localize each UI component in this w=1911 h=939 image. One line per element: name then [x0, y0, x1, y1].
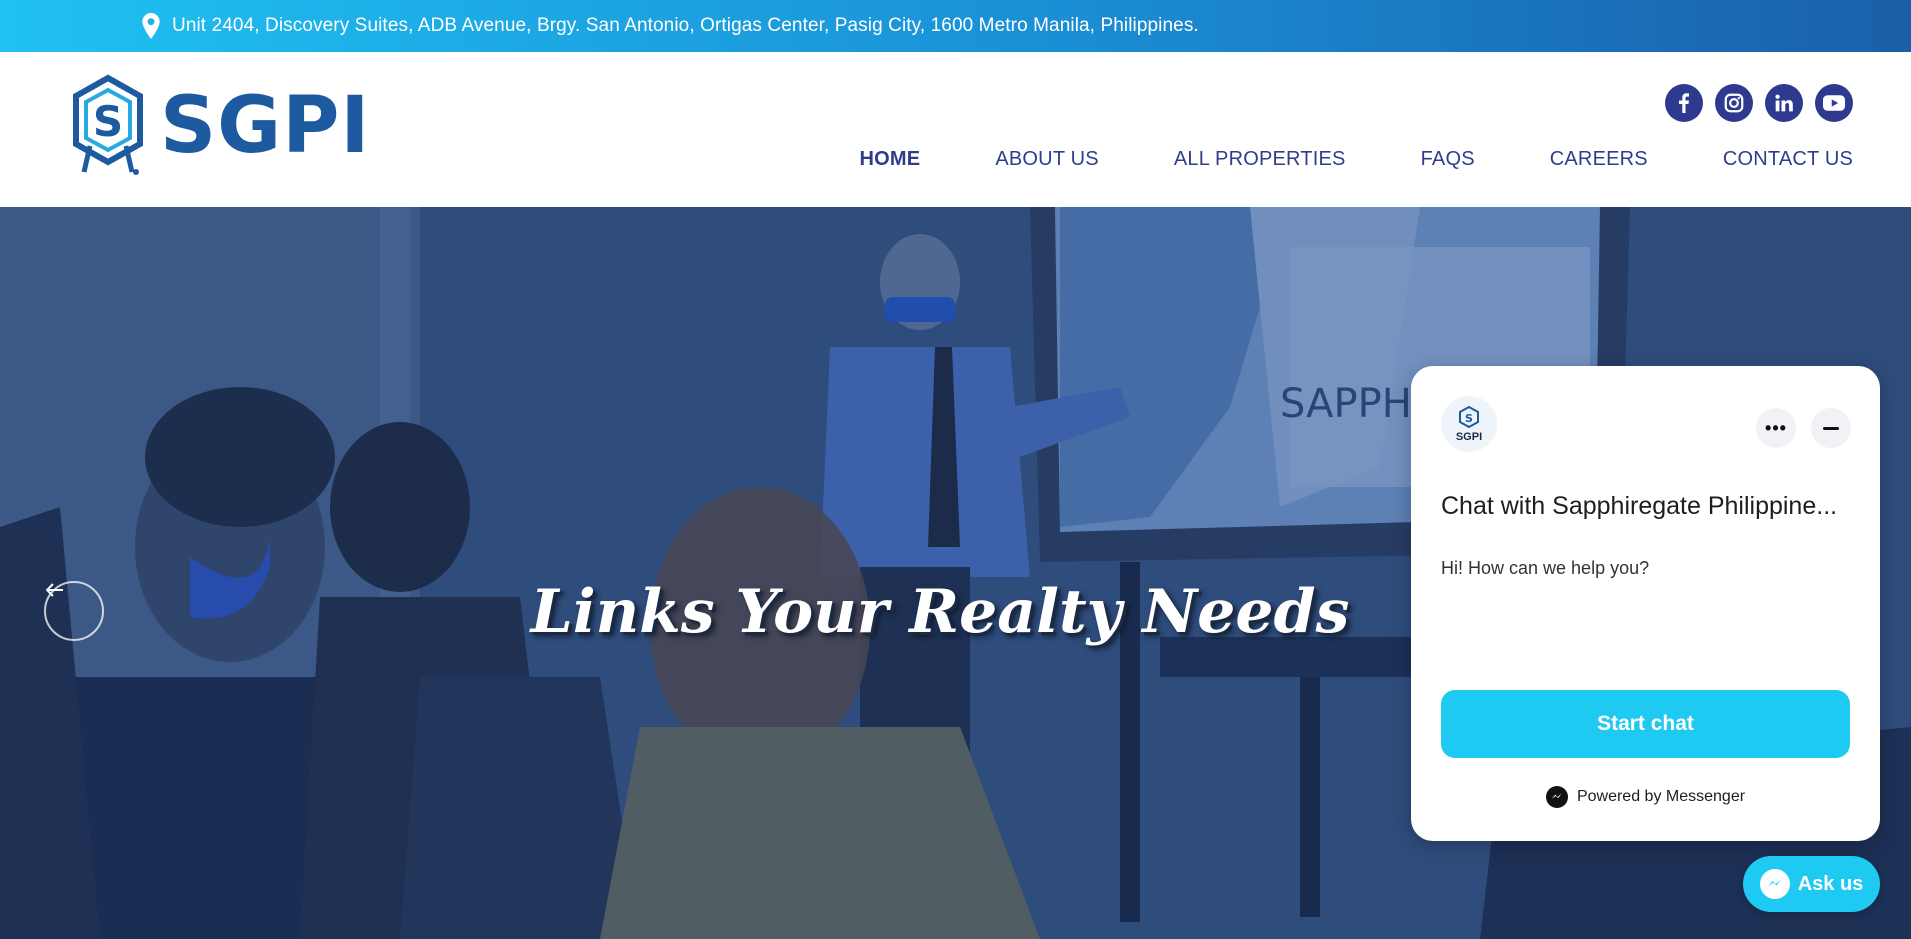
- start-chat-button[interactable]: Start chat: [1441, 690, 1850, 758]
- chat-minimize-button[interactable]: [1811, 408, 1851, 448]
- ask-us-button[interactable]: Ask us: [1743, 856, 1880, 912]
- linkedin-icon[interactable]: [1765, 84, 1803, 122]
- address-text: Unit 2404, Discovery Suites, ADB Avenue,…: [172, 15, 1199, 36]
- instagram-icon[interactable]: [1715, 84, 1753, 122]
- powered-by-text: Powered by Messenger: [1576, 788, 1746, 805]
- sgpi-logo-small-icon: S: [1459, 405, 1479, 428]
- nav-all-properties[interactable]: ALL PROPERTIES: [1174, 148, 1346, 171]
- chat-greeting: Hi! How can we help you?: [1441, 558, 1650, 578]
- powered-by-messenger: Powered by Messenger: [1411, 786, 1880, 808]
- svg-text:S: S: [1465, 412, 1473, 425]
- logo-text: SGPI: [160, 81, 371, 171]
- svg-text:S: S: [93, 97, 123, 146]
- messenger-icon: [1759, 869, 1790, 899]
- chat-avatar: S SGPI: [1441, 396, 1497, 452]
- top-address-bar: Unit 2404, Discovery Suites, ADB Avenue,…: [0, 0, 1911, 52]
- site-logo[interactable]: S SGPI: [70, 74, 370, 178]
- facebook-icon[interactable]: [1665, 84, 1703, 122]
- more-dots-icon: •••: [1765, 417, 1787, 438]
- messenger-chat-widget: S SGPI ••• Chat with Sapphiregate Philip…: [1411, 366, 1880, 841]
- sgpi-logo-mark-icon: S: [73, 74, 143, 175]
- chat-more-options-button[interactable]: •••: [1756, 408, 1796, 448]
- nav-faqs[interactable]: FAQS: [1421, 148, 1475, 171]
- messenger-icon: [1545, 786, 1568, 808]
- nav-home[interactable]: HOME: [860, 148, 921, 171]
- main-nav: HOME ABOUT US ALL PROPERTIES FAQS CAREER…: [860, 148, 1853, 171]
- social-links: [1665, 84, 1853, 122]
- youtube-icon[interactable]: [1815, 84, 1853, 122]
- chat-title: Chat with Sapphiregate Philippine...: [1441, 492, 1838, 520]
- nav-careers[interactable]: CAREERS: [1550, 148, 1648, 171]
- nav-contact-us[interactable]: CONTACT US: [1723, 148, 1853, 171]
- chat-avatar-text: SGPI: [1455, 430, 1483, 443]
- minimize-icon: [1823, 426, 1839, 430]
- ask-us-label: Ask us: [1797, 872, 1864, 895]
- location-pin-icon: [142, 13, 160, 39]
- site-header: S SGPI HOME ABOUT US ALL PROPERTIES FAQS…: [0, 52, 1911, 207]
- nav-about-us[interactable]: ABOUT US: [995, 148, 1098, 171]
